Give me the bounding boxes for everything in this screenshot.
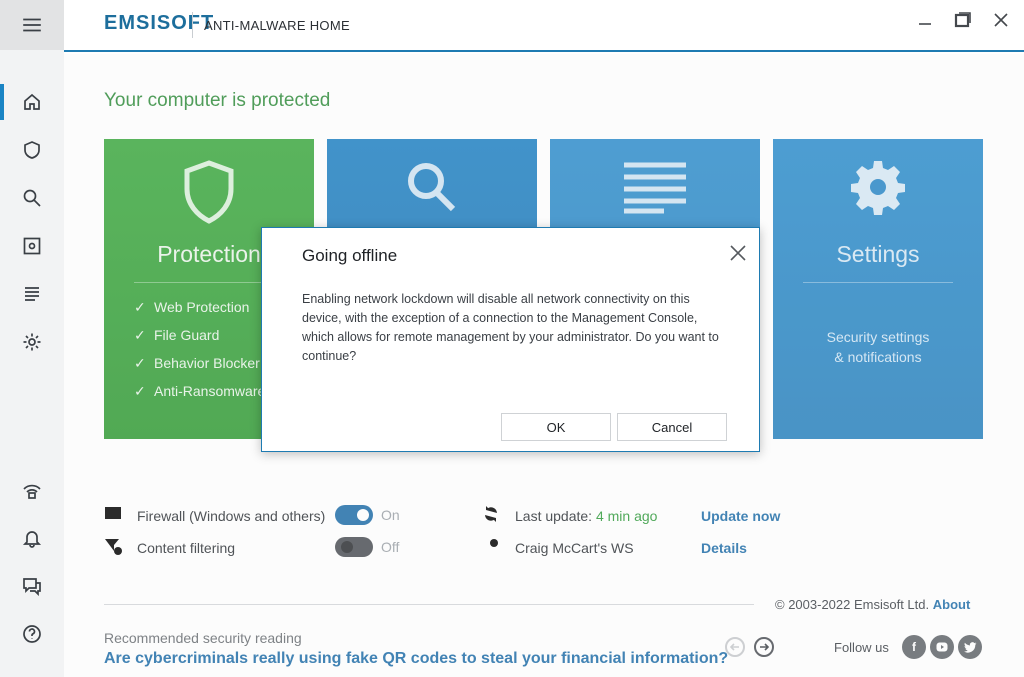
hamburger-menu-button[interactable] — [0, 0, 64, 50]
sidebar-item-quarantine[interactable] — [0, 224, 64, 268]
minimize-button[interactable] — [910, 8, 940, 32]
shield-icon — [24, 141, 40, 159]
quarantine-icon — [23, 237, 41, 255]
close-icon — [994, 13, 1008, 27]
sidebar-item-logs[interactable] — [0, 272, 64, 316]
going-offline-dialog: Going offline Enabling network lockdown … — [261, 227, 760, 452]
brand-logo: EMSISOFT — [104, 12, 215, 34]
cancel-button[interactable]: Cancel — [617, 413, 727, 441]
ok-button[interactable]: OK — [501, 413, 611, 441]
sidebar-item-help[interactable] — [0, 612, 64, 656]
bell-icon — [22, 531, 42, 548]
hamburger-icon — [23, 18, 41, 32]
dialog-message: Enabling network lockdown will disable a… — [302, 292, 719, 363]
dialog-title: Going offline — [302, 246, 398, 265]
minimize-icon — [919, 23, 931, 25]
product-name: ANTI-MALWARE HOME — [204, 18, 350, 33]
titlebar: EMSISOFT ANTI-MALWARE HOME — [64, 0, 1024, 52]
sidebar-item-feedback[interactable] — [0, 564, 64, 608]
chat-icon — [23, 578, 41, 596]
dialog-close-button[interactable] — [727, 242, 749, 264]
sidebar-item-protection[interactable] — [0, 128, 64, 172]
maximize-button[interactable] — [948, 8, 978, 32]
help-icon — [23, 625, 41, 643]
gear-icon — [23, 333, 41, 351]
close-icon — [730, 245, 746, 261]
home-icon — [24, 93, 40, 110]
close-button[interactable] — [986, 8, 1016, 32]
logs-icon — [25, 287, 39, 301]
sidebar-item-notifications[interactable] — [0, 516, 64, 560]
app-window: EMSISOFT ANTI-MALWARE HOME Your computer… — [0, 0, 1024, 677]
restore-icon — [954, 12, 971, 28]
sidebar-item-scan[interactable] — [0, 176, 64, 220]
search-icon — [23, 189, 41, 207]
sidebar-item-network[interactable] — [0, 468, 64, 512]
network-lockdown-icon — [23, 484, 41, 499]
sidebar — [0, 0, 64, 677]
sidebar-item-settings[interactable] — [0, 320, 64, 364]
sidebar-item-home[interactable] — [0, 80, 64, 124]
brand-separator — [192, 12, 193, 38]
